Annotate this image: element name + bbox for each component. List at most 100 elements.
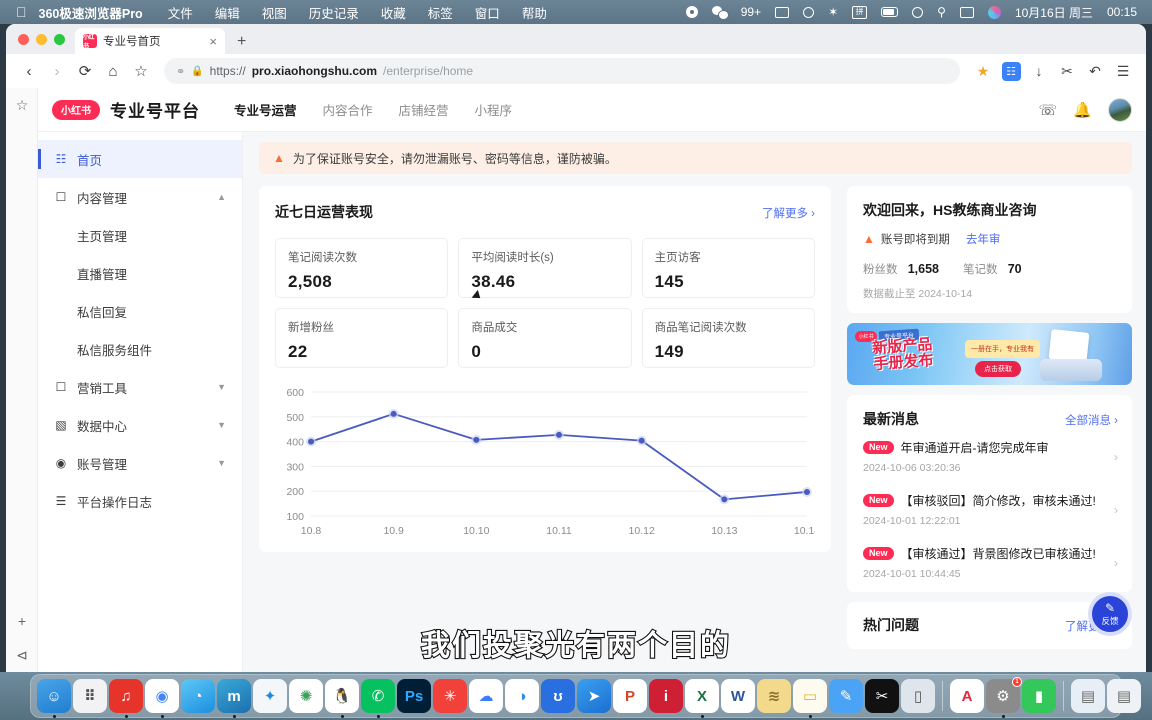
dock-icon-photoshop[interactable]: Ps xyxy=(397,679,431,713)
extension-icon[interactable]: ☷ xyxy=(998,58,1024,84)
dock-icon-maxthon[interactable]: m xyxy=(217,679,251,713)
menu-item-tabs[interactable]: 标签 xyxy=(417,3,464,22)
home-button[interactable]: ⌂ xyxy=(100,58,126,84)
dock-icon-chrome[interactable]: ◉ xyxy=(145,679,179,713)
siri-icon[interactable] xyxy=(981,6,1008,19)
bookmark-star-button[interactable]: ☆ xyxy=(128,58,154,84)
bell-icon[interactable]: 🔔 xyxy=(1073,101,1092,119)
sidebar-item-live-management[interactable]: 直播管理 xyxy=(38,254,242,292)
dock-icon-safari[interactable]: ✦ xyxy=(253,679,287,713)
menubar-app-name[interactable]: 360极速浏览器Pro xyxy=(39,3,143,22)
bluetooth-icon[interactable]: ✶ xyxy=(821,5,845,19)
menu-item-edit[interactable]: 编辑 xyxy=(204,3,251,22)
dock-icon-notes[interactable]: ≋ xyxy=(757,679,791,713)
menu-item-favorites[interactable]: 收藏 xyxy=(370,3,417,22)
sidebar-item-platform-operation-log[interactable]: ☰ 平台操作日志 xyxy=(38,482,242,520)
stat-homepage-visitors[interactable]: 主页访客 145 xyxy=(642,238,815,298)
chevron-right-icon[interactable]: › xyxy=(1114,450,1118,464)
dock-icon-powerpoint[interactable]: P xyxy=(613,679,647,713)
star-icon[interactable]: ★ xyxy=(970,58,996,84)
back-button[interactable]: ‹ xyxy=(16,58,42,84)
shield-icon[interactable]: ⚭ xyxy=(176,65,185,78)
tab-close-icon[interactable]: × xyxy=(209,35,217,48)
dock-icon-360-browser[interactable]: ◔ xyxy=(181,679,215,713)
dock-icon-downloads[interactable]: ▤ xyxy=(1107,679,1141,713)
dock-icon-clock[interactable]: ✳ xyxy=(433,679,467,713)
wechat-status-icon[interactable] xyxy=(705,6,734,19)
dock-icon-netease-music[interactable]: ♫ xyxy=(109,679,143,713)
dock-icon-word[interactable]: W xyxy=(721,679,755,713)
dock-icon-baidu-netdisk[interactable]: ☁ xyxy=(469,679,503,713)
input-method-icon[interactable]: 拼 xyxy=(845,6,874,19)
chevron-right-icon[interactable]: › xyxy=(1114,503,1118,517)
stat-avg-read-time[interactable]: 平均阅读时长(s) 38.46 xyxy=(458,238,631,298)
scissors-icon[interactable]: ✂ xyxy=(1054,58,1080,84)
screen-mirroring-icon[interactable] xyxy=(768,7,796,18)
recording-icon[interactable] xyxy=(679,6,705,18)
dock-icon-bilibili[interactable]: ➤ xyxy=(577,679,611,713)
tab-shop-operation[interactable]: 店铺经营 xyxy=(399,100,449,119)
dock-icon-stickies[interactable]: ▭ xyxy=(793,679,827,713)
battery-icon[interactable] xyxy=(874,7,905,17)
sidebar-item-marketing-tools[interactable]: ☐ 营销工具 ▼ xyxy=(38,368,242,406)
dock-icon-amap[interactable]: A xyxy=(950,679,984,713)
address-bar[interactable]: ⚭ 🔒 https://pro.xiaohongshu.com/enterpri… xyxy=(164,58,960,84)
stat-new-followers[interactable]: 新增粉丝 22 xyxy=(275,308,448,368)
menu-item-help[interactable]: 帮助 xyxy=(511,3,558,22)
tab-content-cooperation[interactable]: 内容合作 xyxy=(323,100,373,119)
sidebar-item-content-management[interactable]: ☐ 内容管理 ▲ xyxy=(38,178,242,216)
menu-item-window[interactable]: 窗口 xyxy=(464,3,511,22)
sidebar-item-homepage-management[interactable]: 主页管理 xyxy=(38,216,242,254)
display-settings-icon[interactable] xyxy=(953,7,981,18)
all-messages-link[interactable]: 全部消息 › xyxy=(1065,412,1118,428)
sidebar-item-dm-reply[interactable]: 私信回复 xyxy=(38,292,242,330)
dock-icon-360-speed[interactable]: ✺ xyxy=(289,679,323,713)
sidebar-item-data-center[interactable]: ▧ 数据中心 ▼ xyxy=(38,406,242,444)
new-tab-button[interactable]: + xyxy=(225,33,258,54)
trend-chart[interactable]: 10020030040050060010.810.910.1010.1110.1… xyxy=(275,382,815,542)
search-icon[interactable]: ⚲ xyxy=(930,5,953,19)
menu-item-history[interactable]: 历史记录 xyxy=(298,3,370,22)
dock-icon-numbers[interactable]: ▮ xyxy=(1022,679,1056,713)
list-item[interactable]: New 【审核通过】背景图修改已审核通过! 2024-10-01 10:44:4… xyxy=(863,535,1118,588)
tab-professional-ops[interactable]: 专业号运营 xyxy=(234,100,297,119)
rail-bookmark-icon[interactable]: ☆ xyxy=(6,88,38,122)
reload-button[interactable]: ⟳ xyxy=(72,58,98,84)
dock-icon-wechat[interactable]: ✆ xyxy=(361,679,395,713)
list-item[interactable]: New 年审通道开启-请您完成年审 2024-10-06 03:20:36 › xyxy=(863,429,1118,482)
dock-icon-qq[interactable]: 🐧 xyxy=(325,679,359,713)
dock-icon-douban[interactable]: ʊ xyxy=(541,679,575,713)
dock-icon-system-settings[interactable]: ⚙1 xyxy=(986,679,1020,713)
now-playing-icon[interactable] xyxy=(796,7,821,18)
dock-icon-finder[interactable]: ☺ xyxy=(37,679,71,713)
sidebar-item-home[interactable]: ☷ 首页 xyxy=(38,140,242,178)
apple-menu-icon[interactable]:  xyxy=(8,4,39,20)
control-center-icon[interactable] xyxy=(905,7,930,18)
menu-item-view[interactable]: 视图 xyxy=(251,3,298,22)
dock-icon-stack-files[interactable]: ▤ xyxy=(1071,679,1105,713)
menubar-date[interactable]: 10月16日 周三 xyxy=(1008,4,1100,21)
forward-button[interactable]: › xyxy=(44,58,70,84)
stat-product-transactions[interactable]: 商品成交 0 xyxy=(458,308,631,368)
avatar[interactable] xyxy=(1108,98,1132,122)
dock-icon-excel[interactable]: X xyxy=(685,679,719,713)
headset-icon[interactable]: ☏ xyxy=(1039,101,1058,119)
dock-icon-blue-note[interactable]: ✎ xyxy=(829,679,863,713)
list-item[interactable]: New 【审核驳回】简介修改，审核未通过! 2024-10-01 12:22:0… xyxy=(863,482,1118,535)
banner-cta-button[interactable]: 点击获取 xyxy=(975,361,1021,377)
xiaohongshu-logo[interactable]: 小红书 xyxy=(52,100,100,120)
undo-icon[interactable]: ↶ xyxy=(1082,58,1108,84)
close-window-button[interactable] xyxy=(18,34,29,45)
tab-miniprogram[interactable]: 小程序 xyxy=(475,100,513,119)
dock-icon-iphone-mirroring[interactable]: ▯ xyxy=(901,679,935,713)
menu-icon[interactable]: ☰ xyxy=(1110,58,1136,84)
performance-more-link[interactable]: 了解更多 › xyxy=(762,205,815,221)
dock-icon-internet-app[interactable]: i xyxy=(649,679,683,713)
minimize-window-button[interactable] xyxy=(36,34,47,45)
promo-banner[interactable]: 小红书 专业号平台 新版产品手册发布 一册在手，专业我有 点击获取 xyxy=(847,323,1132,385)
browser-tab[interactable]: 小红书 专业号首页 × xyxy=(75,28,225,54)
dock-icon-launchpad[interactable]: ⠿ xyxy=(73,679,107,713)
chevron-right-icon[interactable]: › xyxy=(1114,556,1118,570)
menubar-time[interactable]: 00:15 xyxy=(1100,5,1144,19)
dock-icon-qq-browser[interactable]: ◑ xyxy=(505,679,539,713)
